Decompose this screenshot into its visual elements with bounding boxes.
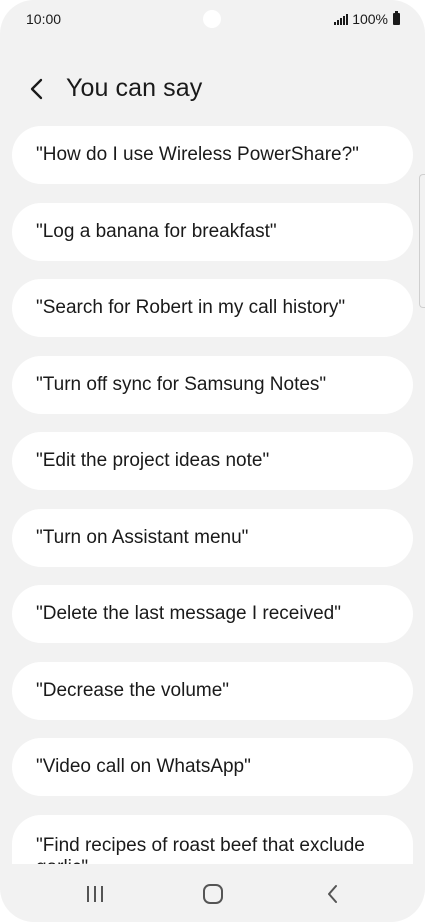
phrase-text: "Log a banana for breakfast" — [36, 221, 277, 242]
phrase-text: "Video call on WhatsApp" — [36, 756, 251, 777]
phrase-item[interactable]: "Log a banana for breakfast" — [12, 203, 413, 261]
phrase-item[interactable]: "Decrease the volume" — [12, 662, 413, 720]
phrase-text: "Find recipes of roast beef that exclude… — [36, 835, 365, 864]
phrase-list: "How do I use Wireless PowerShare?" "Log… — [12, 126, 413, 864]
phrase-text: "Delete the last message I received" — [36, 603, 341, 624]
back-icon — [328, 885, 337, 903]
phrase-text: "Turn off sync for Samsung Notes" — [36, 374, 327, 395]
navigation-bar — [0, 866, 425, 922]
header: You can say — [0, 68, 425, 112]
home-icon — [203, 884, 223, 904]
status-indicators: 100% — [334, 11, 400, 27]
phrase-text: "How do I use Wireless PowerShare?" — [36, 144, 359, 165]
recent-apps-button[interactable] — [75, 880, 115, 908]
phrase-item[interactable]: "Video call on WhatsApp" — [12, 738, 413, 796]
phrase-text: "Turn on Assistant menu" — [36, 527, 249, 548]
phrase-item[interactable]: "Turn off sync for Samsung Notes" — [12, 356, 413, 414]
page-title: You can say — [66, 74, 203, 102]
front-camera — [203, 10, 221, 28]
recent-apps-icon — [87, 886, 103, 902]
scroll-indicator[interactable] — [419, 174, 425, 308]
phrase-item[interactable]: "Edit the project ideas note" — [12, 432, 413, 490]
signal-icon — [334, 13, 349, 25]
chevron-left-icon — [30, 78, 43, 100]
phrase-item[interactable]: "Search for Robert in my call history" — [12, 279, 413, 337]
phrase-text: "Edit the project ideas note" — [36, 450, 270, 471]
phrase-text: "Decrease the volume" — [36, 680, 230, 701]
home-button[interactable] — [193, 880, 233, 908]
phrase-item[interactable]: "Delete the last message I received" — [12, 585, 413, 643]
battery-icon — [393, 11, 400, 25]
phrase-text: "Search for Robert in my call history" — [36, 297, 346, 318]
phrase-item[interactable]: "Find recipes of roast beef that exclude… — [12, 815, 413, 864]
phone-screen: 10:00 100% You can say "How do I use Wir… — [0, 0, 425, 922]
battery-percentage: 100% — [352, 11, 388, 27]
phrase-item[interactable]: "How do I use Wireless PowerShare?" — [12, 126, 413, 184]
back-nav-button[interactable] — [313, 880, 353, 908]
phrase-item[interactable]: "Turn on Assistant menu" — [12, 509, 413, 567]
status-bar: 10:00 100% — [0, 0, 425, 40]
status-time: 10:00 — [26, 11, 62, 27]
back-button[interactable] — [20, 72, 54, 106]
